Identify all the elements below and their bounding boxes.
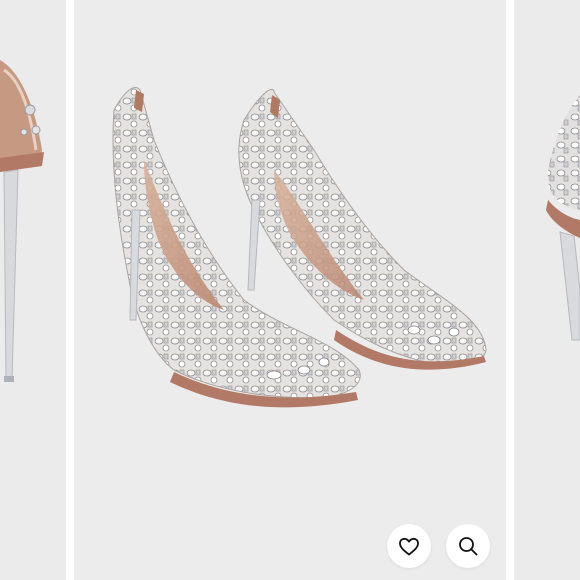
shoe-back-illustration (514, 0, 580, 580)
magnifier-icon (456, 534, 480, 558)
heart-icon (397, 534, 421, 558)
carousel-prev-image[interactable] (0, 0, 66, 580)
like-button[interactable] (387, 524, 431, 568)
product-main-image[interactable] (74, 0, 506, 580)
shoe-side-illustration (0, 0, 66, 580)
carousel-next-image[interactable] (514, 0, 580, 580)
shoe-pair-illustration (74, 0, 506, 580)
zoom-button[interactable] (446, 524, 490, 568)
